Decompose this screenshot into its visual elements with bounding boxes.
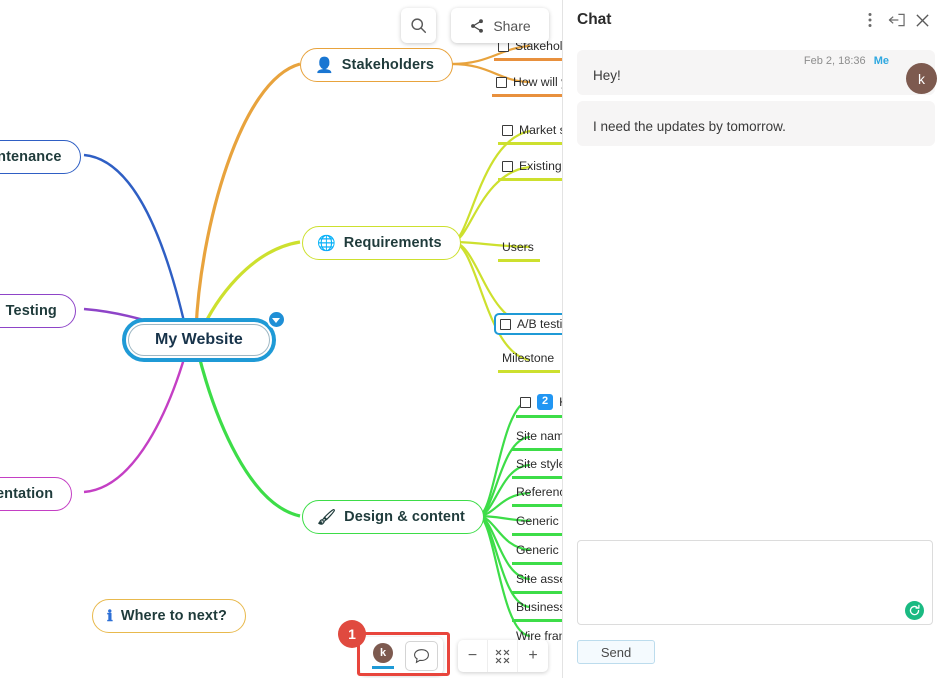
- mindmap-leaf-site-style[interactable]: Site style: [512, 454, 562, 479]
- collapse-panel-button[interactable]: [883, 7, 909, 33]
- mindmap-leaf-label: A/B testing: [517, 317, 562, 331]
- mindmap-leaf-label: Market seg: [519, 123, 562, 137]
- fit-to-screen-icon: [495, 649, 510, 663]
- person-icon: 👤: [315, 56, 334, 74]
- chat-toggle-button[interactable]: [405, 641, 438, 671]
- search-button[interactable]: [401, 8, 436, 43]
- mindmap-leaf-label: Business p: [516, 600, 562, 614]
- mindmap-leaf-label: Generic fe: [516, 543, 562, 557]
- collapse-panel-icon: [888, 13, 905, 27]
- mindmap-node-label: mentation: [0, 486, 54, 502]
- chat-message-text: I need the updates by tomorrow.: [577, 101, 935, 146]
- mindmap-leaf-label: Generic p: [516, 514, 562, 528]
- send-button[interactable]: Send: [577, 640, 655, 664]
- mindmap-edges: [83, 44, 531, 638]
- avatar-active-indicator: [372, 666, 394, 669]
- chat-header: Chat: [563, 0, 947, 40]
- globe-icon: 🌐: [317, 234, 336, 252]
- refresh-button[interactable]: [905, 601, 924, 620]
- chat-message-list[interactable]: Feb 2, 18:36 Me k Hey! I need the update…: [563, 40, 947, 540]
- share-icon: [471, 18, 484, 33]
- mindmap-leaf-existing-us[interactable]: Existing us: [498, 156, 562, 181]
- checkbox-icon[interactable]: [502, 124, 513, 136]
- mindmap-canvas[interactable]: intenance ✓ Testing mentation My Website…: [0, 0, 562, 678]
- mindmap-node-label: Design & content: [344, 509, 465, 525]
- avatar-initial: k: [373, 643, 393, 664]
- mindmap-node-testing[interactable]: ✓ Testing: [0, 294, 76, 328]
- chat-message: I need the updates by tomorrow.: [577, 101, 935, 146]
- mindmap-node-label: Stakeholders: [341, 57, 435, 73]
- mindmap-leaf-k-badge[interactable]: 2 K: [516, 391, 562, 419]
- mindmap-leaf-label: Existing us: [519, 159, 562, 173]
- mindmap-leaf-generic-fe[interactable]: Generic fe: [512, 540, 562, 565]
- mindmap-center-node[interactable]: My Website: [122, 310, 286, 362]
- zoom-controls: − +: [458, 640, 548, 672]
- refresh-icon: [909, 604, 920, 616]
- checkbox-icon[interactable]: [520, 396, 531, 408]
- mindmap-leaf-milestone[interactable]: Milestone: [498, 348, 561, 373]
- mindmap-leaf-site-asset[interactable]: Site asset: [512, 569, 562, 594]
- mindmap-node-label: intenance: [0, 149, 62, 165]
- checkbox-icon[interactable]: [496, 76, 507, 88]
- mindmap-node-where-to-next[interactable]: ℹ Where to next?: [92, 599, 246, 633]
- mindmap-center-label: My Website: [128, 324, 270, 356]
- annotation-number-badge: 1: [338, 620, 366, 648]
- paintbrush-icon: 🖌: [317, 508, 337, 526]
- chat-message-author: Me: [873, 55, 889, 67]
- mindmap-node-documentation[interactable]: mentation: [0, 477, 73, 511]
- mindmap-node-maintenance[interactable]: intenance: [0, 140, 81, 174]
- chat-panel-title: Chat: [577, 11, 612, 28]
- close-chat-button[interactable]: [909, 7, 935, 33]
- zoom-in-button[interactable]: +: [518, 640, 548, 672]
- chat-bubble-icon: [414, 649, 429, 664]
- chat-message-meta: Feb 2, 18:36 Me: [804, 55, 889, 67]
- chat-message-avatar: k: [906, 63, 937, 94]
- chat-message-timestamp: Feb 2, 18:36: [803, 55, 866, 67]
- checkbox-icon[interactable]: [500, 318, 511, 330]
- mindmap-leaf-label: Reference: [516, 485, 562, 499]
- mindmap-node-stakeholders[interactable]: 👤 Stakeholders: [300, 48, 454, 82]
- mindmap-leaf-ab-testing[interactable]: A/B testing: [494, 313, 562, 335]
- mindmap-leaf-how-will-you[interactable]: How will you: [492, 72, 562, 97]
- mindmap-leaf-business-p[interactable]: Business p: [512, 597, 562, 622]
- search-icon: [411, 18, 427, 34]
- mindmap-leaf-site-name[interactable]: Site name: [512, 426, 562, 451]
- presence-bar: k: [360, 637, 443, 675]
- mindmap-leaf-label: How will you: [513, 75, 562, 89]
- mindmap-leaf-label: Milestone: [502, 351, 555, 365]
- chat-message: Feb 2, 18:36 Me k Hey!: [577, 50, 937, 95]
- mindmap-leaf-label: Users: [502, 240, 534, 254]
- chat-compose-area: Send: [563, 540, 947, 678]
- share-button[interactable]: Share: [451, 8, 549, 43]
- mindmap-leaf-label: Site style: [516, 457, 562, 471]
- zoom-out-button[interactable]: −: [458, 640, 488, 672]
- mindmap-node-requirements[interactable]: 🌐 Requirements: [302, 226, 461, 260]
- mindmap-leaf-market-seg[interactable]: Market seg: [498, 120, 562, 145]
- share-label: Share: [493, 17, 531, 34]
- mindmap-leaf-label: Site name: [516, 429, 562, 443]
- close-icon: [915, 13, 929, 27]
- chat-panel: Chat Feb 2, 18:36 Me k Hey! I need the u…: [562, 0, 947, 678]
- mindmap-leaf-generic-p[interactable]: Generic p: [512, 511, 562, 536]
- mindmap-leaf-users[interactable]: Users: [498, 237, 540, 262]
- mindmap-node-label: Requirements: [343, 235, 442, 251]
- mindmap-leaf-label: Site asset: [516, 572, 562, 586]
- chat-input[interactable]: [577, 540, 933, 625]
- chevron-down-icon[interactable]: [266, 310, 286, 329]
- info-icon: ℹ: [107, 607, 113, 625]
- mindmap-node-design-content[interactable]: 🖌 Design & content: [302, 500, 484, 534]
- app-root: intenance ✓ Testing mentation My Website…: [0, 0, 947, 678]
- mindmap-leaf-reference[interactable]: Reference: [512, 482, 562, 507]
- avatar[interactable]: k: [365, 638, 401, 674]
- fit-to-screen-button[interactable]: [488, 640, 518, 672]
- more-vertical-icon: [868, 13, 872, 27]
- mindmap-node-label: Where to next?: [120, 608, 227, 624]
- mindmap-node-label: Testing: [5, 303, 57, 319]
- checkbox-icon[interactable]: [502, 160, 513, 172]
- more-options-button[interactable]: [857, 7, 883, 33]
- count-badge: 2: [537, 394, 554, 411]
